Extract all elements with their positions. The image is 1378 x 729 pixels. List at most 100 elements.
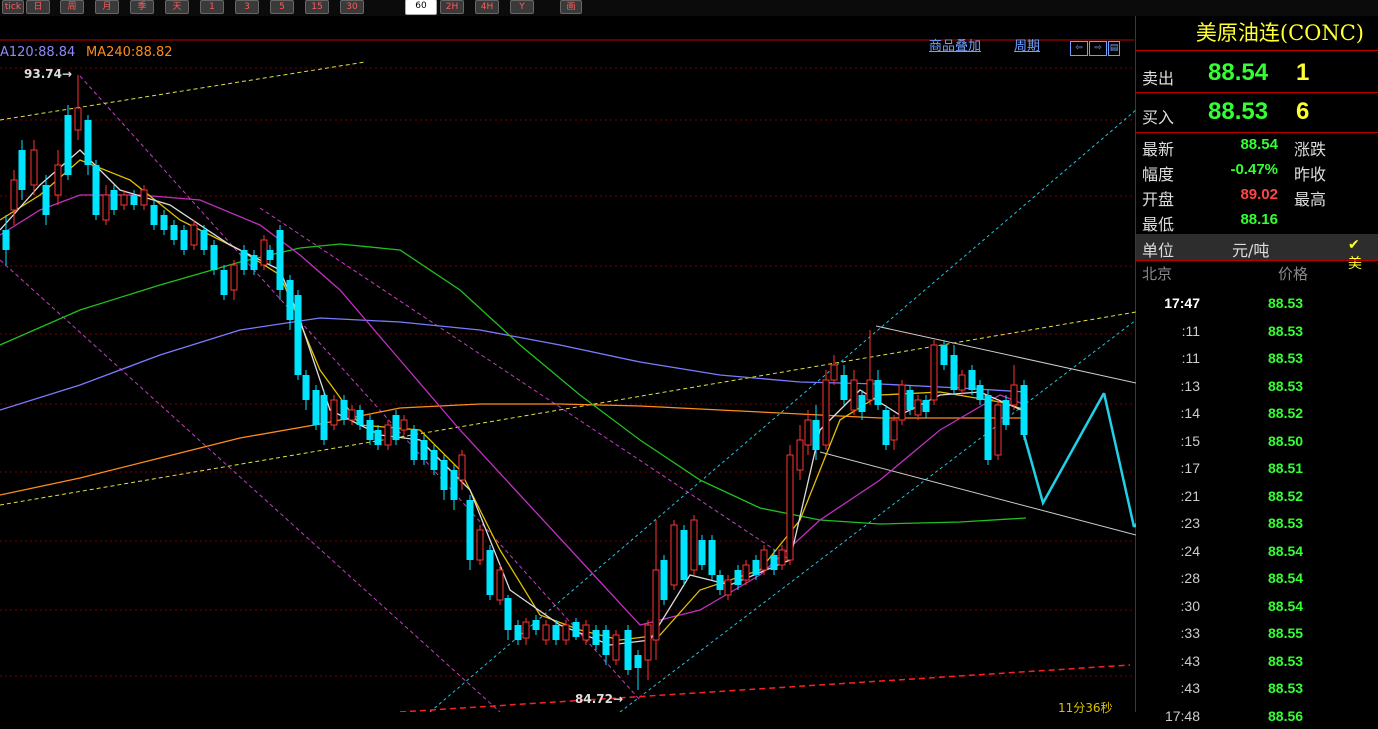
candle-body (950, 355, 958, 390)
candle-body (984, 395, 992, 460)
tick-row: :23 88.53 (1136, 509, 1378, 536)
tick-price: 88.53 (1268, 295, 1304, 311)
candle-body (120, 194, 128, 206)
candle-body (286, 280, 294, 320)
candle-body (140, 189, 148, 206)
tick-row: :43 88.53 (1136, 647, 1378, 674)
candle-body (320, 395, 328, 440)
low-price-value: 88.16 (1240, 211, 1278, 228)
period-button-Y[interactable]: Y (510, 0, 534, 14)
candle-body (930, 344, 938, 401)
candle-body (250, 255, 258, 270)
candle-body (940, 345, 948, 365)
candle-body (302, 375, 310, 400)
candle-body (150, 205, 158, 225)
period-button-5[interactable]: 5 (270, 0, 294, 14)
candle-body (504, 598, 512, 630)
forward-icon[interactable]: ⇨ (1089, 41, 1107, 56)
candle-body (634, 655, 642, 668)
candle-body (882, 410, 890, 445)
candle-body (190, 224, 198, 246)
tick-time: :33 (1180, 625, 1200, 641)
instrument-title: 美原油连(CONC) (1195, 21, 1364, 45)
candle-body (64, 115, 72, 175)
tick-price: 88.55 (1268, 625, 1304, 641)
tick-price: 88.56 (1268, 707, 1304, 724)
ask-volume: 1 (1296, 59, 1310, 86)
back-icon[interactable]: ⇦ (1070, 41, 1088, 56)
period-button-季[interactable]: 季 (130, 0, 154, 14)
candle-body (440, 460, 448, 490)
candle-body (220, 270, 228, 295)
candle-body (42, 185, 50, 215)
candle-body (532, 620, 540, 630)
candle-body (30, 149, 38, 186)
period-button-30[interactable]: 30 (340, 0, 364, 14)
candle-body (858, 395, 866, 412)
tick-time: :13 (1180, 377, 1200, 394)
tick-row: :17 88.51 (1136, 454, 1378, 481)
tick-row: :13 88.53 (1136, 372, 1378, 399)
candle-body (874, 380, 882, 405)
period-toolbar: tick 日周月季天 1 3 5 15 30 60 2H 4H Y 画 (0, 0, 1378, 16)
downtrend-channel-line (259, 207, 791, 561)
unit-value: 元/吨 (1232, 241, 1270, 260)
candle-body (1002, 400, 1010, 425)
tick-row: :21 88.52 (1136, 482, 1378, 509)
panel-icon[interactable]: ▤ (1108, 41, 1120, 56)
tick-time: 17:47 (1164, 295, 1200, 311)
period-button-tick[interactable]: tick (2, 0, 24, 14)
period-button-15[interactable]: 15 (305, 0, 329, 14)
tick-row: :30 88.54 (1136, 592, 1378, 619)
period-button-2H[interactable]: 2H (440, 0, 464, 14)
period-button-天[interactable]: 天 (165, 0, 189, 14)
candle-body (822, 379, 830, 446)
candle-body (840, 375, 848, 400)
tick-time: :43 (1180, 652, 1200, 669)
candle-body (312, 390, 320, 425)
candle-body (670, 524, 678, 586)
candle-body (602, 630, 610, 655)
candle-body (552, 625, 560, 640)
downtrend-channel-line (0, 259, 501, 712)
field-row: 最低 88.16 (1142, 211, 1278, 234)
period-link[interactable]: 周期 (1014, 35, 1040, 54)
candle-body (890, 419, 898, 441)
kline-chart[interactable]: A120:88.84 MA240:88.82 商品叠加 周期 ⇦ ⇨ ▤ 93.74… (0, 16, 1136, 715)
period-button-日[interactable]: 日 (26, 0, 50, 14)
candle-body (110, 190, 118, 210)
candle-body (542, 624, 550, 641)
bar-countdown: 11分36秒 (1058, 701, 1113, 715)
forecast-arrow (1102, 392, 1136, 528)
period-button-画[interactable]: 画 (560, 0, 582, 14)
candle-body (914, 399, 922, 416)
candle-body (180, 230, 188, 250)
period-button-60[interactable]: 60 (405, 0, 437, 15)
candle-body (770, 555, 778, 570)
period-button-3[interactable]: 3 (235, 0, 259, 14)
period-button-周[interactable]: 周 (60, 0, 84, 14)
candle-body (592, 630, 600, 645)
candle-body (450, 470, 458, 500)
candle-body (54, 164, 62, 196)
candle-body (130, 195, 138, 205)
candle-body (230, 264, 238, 291)
tick-row: :15 88.50 (1136, 427, 1378, 454)
period-button-1[interactable]: 1 (200, 0, 224, 14)
candle-body (384, 424, 392, 446)
candle-body (10, 179, 18, 211)
candle-body (812, 420, 820, 450)
period-button-4H[interactable]: 4H (475, 0, 499, 14)
candle-body (522, 621, 530, 639)
candle-body (1010, 384, 1018, 406)
last-price-value: 88.54 (1240, 136, 1278, 153)
tick-row: :24 88.54 (1136, 537, 1378, 564)
period-button-月[interactable]: 月 (95, 0, 119, 14)
overlay-commodity-link[interactable]: 商品叠加 (929, 35, 981, 54)
tick-price: 88.51 (1268, 460, 1304, 476)
quote-panel: 美原油连(CONC) 卖出 88.54 1 买入 88.53 6 最新 88.5… (1136, 16, 1378, 724)
downtrend-channel-line (79, 75, 641, 701)
candle-body (752, 560, 760, 575)
kline-canvas[interactable] (0, 16, 1136, 712)
yellow-trend-line (0, 311, 1136, 506)
